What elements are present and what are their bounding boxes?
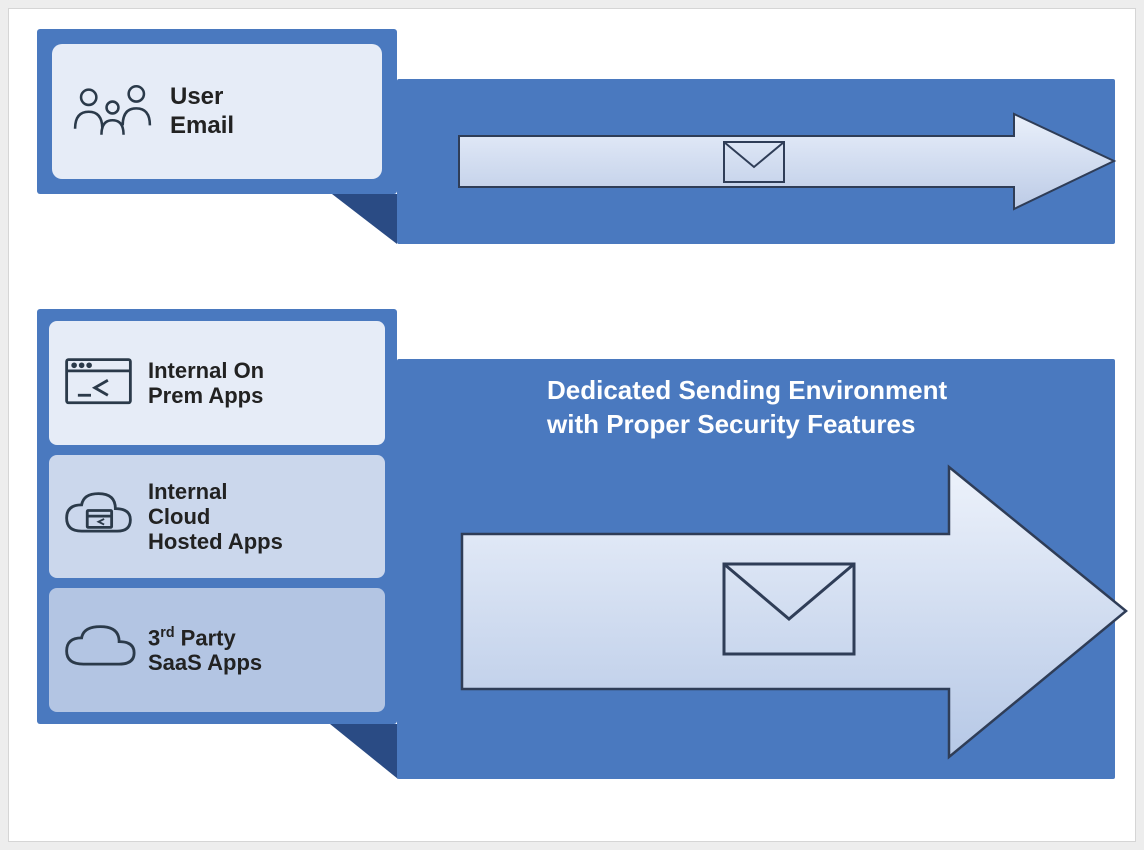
onprem-apps-card: Internal On Prem Apps [49, 321, 385, 445]
user-email-card: User Email [52, 44, 382, 179]
diagram-canvas: User Email [8, 8, 1136, 842]
user-email-panel: User Email [37, 29, 397, 194]
cloud-icon [61, 621, 136, 679]
terminal-icon [61, 354, 136, 412]
email-arrow-top [454, 109, 1124, 214]
cloud-hosted-apps-label: Internal Cloud Hosted Apps [148, 479, 283, 555]
user-email-label: User Email [170, 83, 234, 141]
apps-panel: Internal On Prem Apps Internal Cloud Hos… [37, 309, 397, 724]
people-icon [70, 82, 155, 142]
sending-environment-title: Dedicated Sending Environment with Prope… [547, 374, 1090, 442]
onprem-apps-label: Internal On Prem Apps [148, 358, 264, 409]
outer-frame: User Email [0, 0, 1144, 850]
cloud-hosted-apps-card: Internal Cloud Hosted Apps [49, 455, 385, 579]
panel1-fold [332, 194, 397, 244]
cloud-window-icon [61, 488, 136, 546]
panel2-fold [330, 724, 398, 779]
saas-apps-label: 3rd Party SaaS Apps [148, 625, 262, 676]
email-arrow-bottom [454, 459, 1134, 764]
saas-apps-card: 3rd Party SaaS Apps [49, 588, 385, 712]
